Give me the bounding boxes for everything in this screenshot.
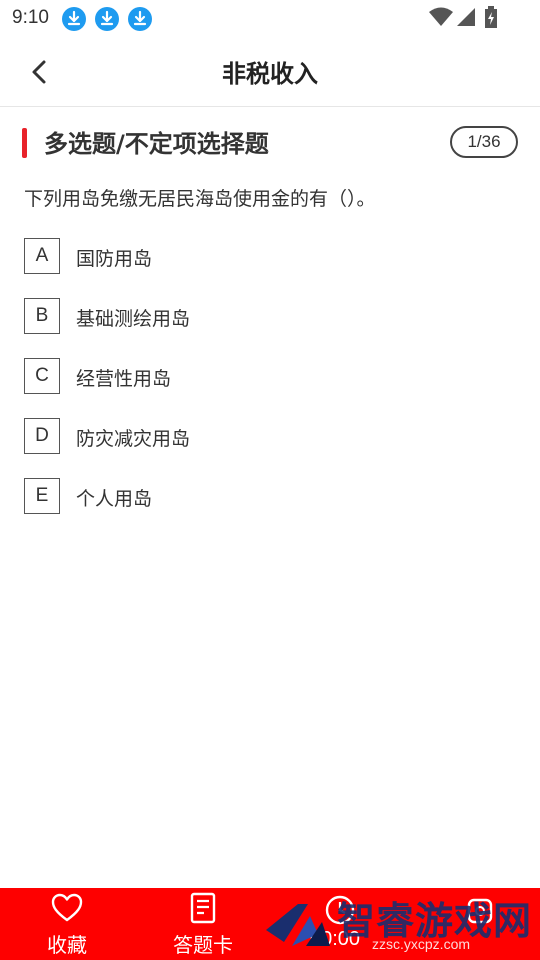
option-letter: E: [24, 478, 60, 514]
status-bar: 9:10: [0, 0, 540, 36]
watermark-logo-icon: [266, 904, 330, 946]
answer-card-icon: [190, 892, 216, 924]
option-text: 个人用岛: [76, 488, 153, 510]
page-title: 非税收入: [222, 60, 318, 88]
option-b[interactable]: B 基础测绘用岛: [24, 298, 504, 334]
signal-icon: [457, 8, 475, 26]
option-a[interactable]: A 国防用岛: [24, 238, 504, 274]
watermark: 智睿游戏网 zzsc.yxcpz.com: [262, 888, 540, 960]
watermark-url: zzsc.yxcpz.com: [372, 936, 471, 952]
question-text: 下列用岛免缴无居民海岛使用金的有（）。: [24, 188, 376, 210]
download-icon: [62, 7, 86, 31]
favorite-tab[interactable]: 收藏: [22, 888, 112, 960]
answer-card-tab[interactable]: 答题卡: [157, 888, 249, 960]
app-header: 非税收入: [0, 36, 540, 107]
question-type-marker: [22, 128, 27, 158]
heart-icon: [51, 893, 83, 922]
option-text: 国防用岛: [76, 248, 153, 270]
option-letter: C: [24, 358, 60, 394]
option-text: 基础测绘用岛: [76, 308, 191, 330]
question-type-label: 多选题/不定项选择题: [44, 130, 269, 158]
status-time: 9:10: [12, 7, 49, 28]
download-icon: [128, 7, 152, 31]
option-d[interactable]: D 防灾减灾用岛: [24, 418, 504, 454]
question-progress-badge: 1/36: [450, 126, 518, 158]
option-letter: A: [24, 238, 60, 274]
option-text: 经营性用岛: [76, 368, 172, 390]
option-letter: B: [24, 298, 60, 334]
answer-card-label: 答题卡: [173, 933, 233, 957]
battery-icon: [485, 6, 497, 28]
option-letter: D: [24, 418, 60, 454]
wifi-icon: [429, 7, 453, 26]
option-text: 防灾减灾用岛: [76, 428, 191, 450]
option-e[interactable]: E 个人用岛: [24, 478, 504, 514]
download-icon: [95, 7, 119, 31]
option-c[interactable]: C 经营性用岛: [24, 358, 504, 394]
favorite-label: 收藏: [47, 933, 87, 957]
